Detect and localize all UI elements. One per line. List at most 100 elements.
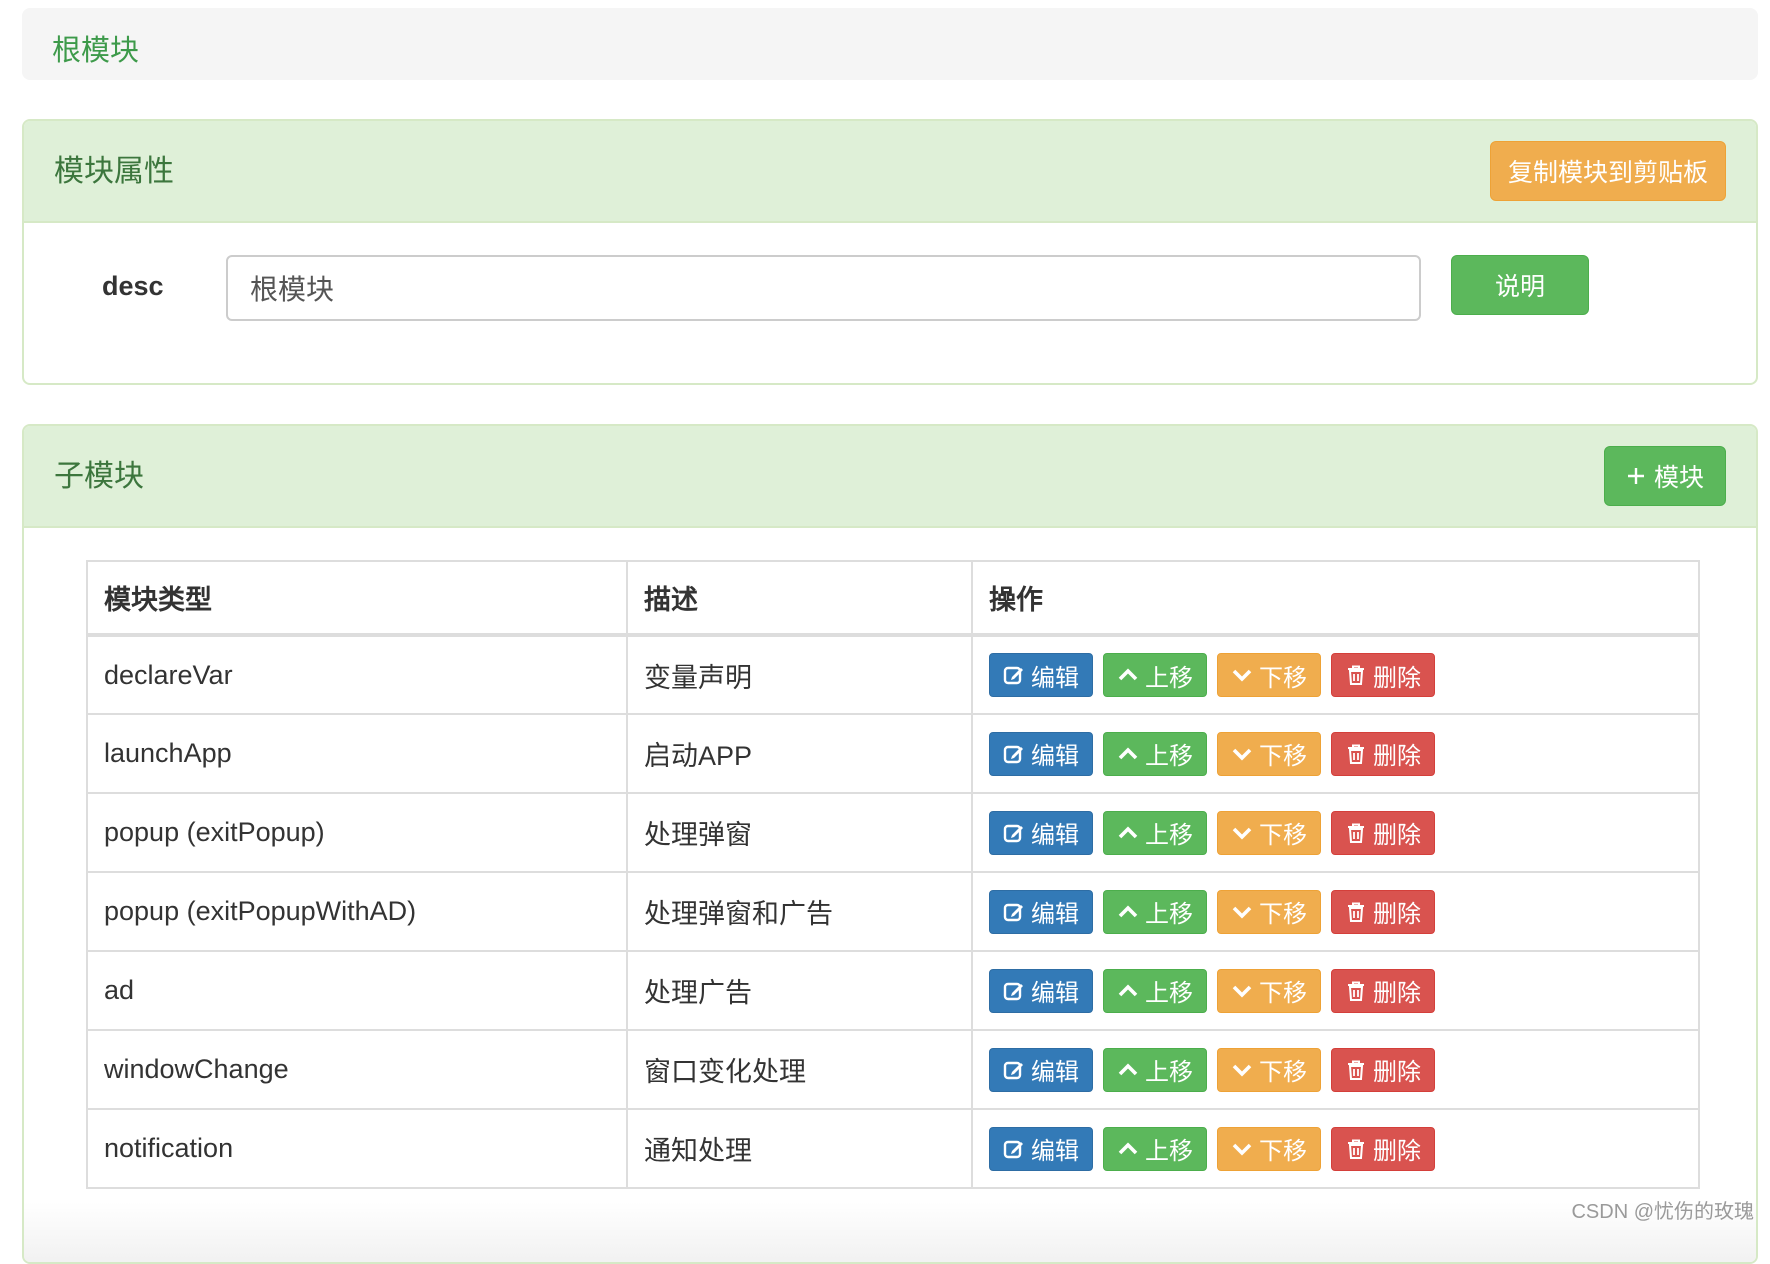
chevron-up-icon (1117, 743, 1139, 765)
delete-label: 删除 (1373, 894, 1421, 929)
delete-button[interactable]: 删除 (1331, 732, 1435, 776)
edit-icon (1003, 1059, 1025, 1081)
actions-cell: 编辑 上移 下移 (972, 793, 1699, 872)
edit-icon (1003, 901, 1025, 923)
module-type-cell: popup (exitPopupWithAD) (87, 872, 627, 951)
edit-label: 编辑 (1031, 658, 1079, 693)
move-up-button[interactable]: 上移 (1103, 1127, 1207, 1171)
trash-icon (1345, 822, 1367, 844)
delete-button[interactable]: 删除 (1331, 969, 1435, 1013)
edit-icon (1003, 743, 1025, 765)
table-row: notification 通知处理 编辑 上移 (87, 1109, 1699, 1188)
delete-button[interactable]: 删除 (1331, 890, 1435, 934)
trash-icon (1345, 980, 1367, 1002)
move-down-label: 下移 (1259, 736, 1307, 771)
add-module-label: 模块 (1654, 458, 1704, 494)
delete-button[interactable]: 删除 (1331, 1048, 1435, 1092)
desc-input[interactable] (226, 255, 1421, 321)
trash-icon (1345, 743, 1367, 765)
module-type-cell: launchApp (87, 714, 627, 793)
move-down-button[interactable]: 下移 (1217, 732, 1321, 776)
edit-label: 编辑 (1031, 973, 1079, 1008)
chevron-down-icon (1231, 1138, 1253, 1160)
move-up-label: 上移 (1145, 658, 1193, 693)
delete-button[interactable]: 删除 (1331, 811, 1435, 855)
module-type-cell: windowChange (87, 1030, 627, 1109)
move-down-button[interactable]: 下移 (1217, 1048, 1321, 1092)
delete-label: 删除 (1373, 815, 1421, 850)
move-up-button[interactable]: 上移 (1103, 890, 1207, 934)
trash-icon (1345, 664, 1367, 686)
actions-cell: 编辑 上移 下移 (972, 1109, 1699, 1188)
edit-label: 编辑 (1031, 815, 1079, 850)
chevron-up-icon (1117, 1138, 1139, 1160)
move-down-button[interactable]: 下移 (1217, 653, 1321, 697)
edit-button[interactable]: 编辑 (989, 890, 1093, 934)
table-row: popup (exitPopupWithAD) 处理弹窗和广告 编辑 上移 (87, 872, 1699, 951)
submodules-title: 子模块 (54, 451, 144, 495)
chevron-up-icon (1117, 980, 1139, 1002)
move-down-label: 下移 (1259, 973, 1307, 1008)
column-header-actions: 操作 (972, 561, 1699, 635)
chevron-up-icon (1117, 1059, 1139, 1081)
table-row: launchApp 启动APP 编辑 上移 (87, 714, 1699, 793)
table-row: windowChange 窗口变化处理 编辑 上移 (87, 1030, 1699, 1109)
chevron-up-icon (1117, 822, 1139, 844)
chevron-down-icon (1231, 901, 1253, 923)
table-row: declareVar 变量声明 编辑 上移 (87, 635, 1699, 714)
move-down-label: 下移 (1259, 894, 1307, 929)
move-down-button[interactable]: 下移 (1217, 890, 1321, 934)
edit-label: 编辑 (1031, 894, 1079, 929)
module-desc-cell: 处理广告 (627, 951, 972, 1030)
edit-button[interactable]: 编辑 (989, 732, 1093, 776)
chevron-down-icon (1231, 1059, 1253, 1081)
move-up-button[interactable]: 上移 (1103, 811, 1207, 855)
module-type-cell: declareVar (87, 635, 627, 714)
chevron-down-icon (1231, 743, 1253, 765)
copy-module-button[interactable]: 复制模块到剪贴板 (1490, 141, 1726, 201)
module-desc-cell: 窗口变化处理 (627, 1030, 972, 1109)
column-header-type: 模块类型 (87, 561, 627, 635)
edit-icon (1003, 980, 1025, 1002)
delete-button[interactable]: 删除 (1331, 1127, 1435, 1171)
submodules-table: 模块类型 描述 操作 declareVar 变量声明 编辑 (86, 560, 1700, 1189)
move-up-button[interactable]: 上移 (1103, 1048, 1207, 1092)
move-up-label: 上移 (1145, 1052, 1193, 1087)
add-module-button[interactable]: 模块 (1604, 446, 1726, 506)
move-up-label: 上移 (1145, 736, 1193, 771)
delete-label: 删除 (1373, 973, 1421, 1008)
edit-label: 编辑 (1031, 736, 1079, 771)
column-header-desc: 描述 (627, 561, 972, 635)
breadcrumb: 根模块 (22, 8, 1758, 80)
submodules-heading: 子模块 模块 (24, 426, 1756, 528)
edit-button[interactable]: 编辑 (989, 969, 1093, 1013)
edit-button[interactable]: 编辑 (989, 811, 1093, 855)
module-desc-cell: 变量声明 (627, 635, 972, 714)
actions-cell: 编辑 上移 下移 (972, 714, 1699, 793)
plus-icon (1626, 466, 1646, 486)
table-row: popup (exitPopup) 处理弹窗 编辑 上移 (87, 793, 1699, 872)
explain-button[interactable]: 说明 (1451, 255, 1589, 315)
module-type-cell: notification (87, 1109, 627, 1188)
move-up-button[interactable]: 上移 (1103, 732, 1207, 776)
actions-cell: 编辑 上移 下移 (972, 635, 1699, 714)
move-down-button[interactable]: 下移 (1217, 969, 1321, 1013)
edit-label: 编辑 (1031, 1052, 1079, 1087)
delete-button[interactable]: 删除 (1331, 653, 1435, 697)
actions-cell: 编辑 上移 下移 (972, 951, 1699, 1030)
breadcrumb-root-link[interactable]: 根模块 (52, 27, 139, 69)
watermark: CSDN @忧伤的玫瑰 (1571, 1195, 1754, 1224)
module-type-cell: popup (exitPopup) (87, 793, 627, 872)
trash-icon (1345, 901, 1367, 923)
move-up-button[interactable]: 上移 (1103, 969, 1207, 1013)
edit-button[interactable]: 编辑 (989, 1048, 1093, 1092)
delete-label: 删除 (1373, 658, 1421, 693)
delete-label: 删除 (1373, 1131, 1421, 1166)
module-desc-cell: 启动APP (627, 714, 972, 793)
move-down-label: 下移 (1259, 815, 1307, 850)
edit-button[interactable]: 编辑 (989, 1127, 1093, 1171)
move-down-button[interactable]: 下移 (1217, 811, 1321, 855)
move-up-button[interactable]: 上移 (1103, 653, 1207, 697)
edit-button[interactable]: 编辑 (989, 653, 1093, 697)
move-down-button[interactable]: 下移 (1217, 1127, 1321, 1171)
